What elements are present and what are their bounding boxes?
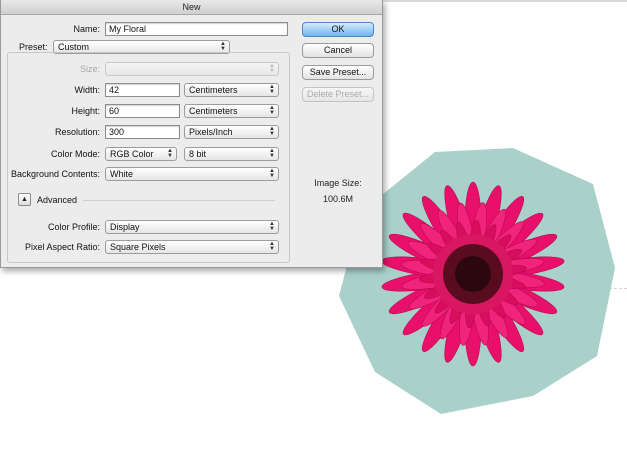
- bit-depth-select[interactable]: 8 bit ▲ ▼: [184, 147, 279, 161]
- color-profile-label: Color Profile:: [47, 222, 100, 232]
- updown-arrows-icon: ▲ ▼: [269, 148, 275, 159]
- size-label: Size:: [79, 64, 100, 74]
- name-input[interactable]: My Floral: [105, 22, 288, 36]
- updown-arrows-icon: ▲ ▼: [269, 63, 275, 74]
- size-select: ▲ ▼: [105, 62, 279, 76]
- updown-arrows-icon: ▲ ▼: [167, 148, 173, 159]
- updown-arrows-icon: ▲ ▼: [269, 221, 275, 232]
- height-input[interactable]: 60: [105, 104, 180, 118]
- updown-arrows-icon: ▲ ▼: [269, 105, 275, 116]
- height-unit-select[interactable]: Centimeters ▲ ▼: [184, 104, 279, 118]
- save-preset-button[interactable]: Save Preset...: [302, 65, 374, 80]
- cancel-button[interactable]: Cancel: [302, 43, 374, 58]
- advanced-separator: [83, 200, 275, 201]
- color-mode-value: RGB Color: [110, 149, 154, 159]
- delete-preset-button: Delete Preset...: [302, 87, 374, 102]
- updown-arrows-icon: ▲ ▼: [269, 126, 275, 137]
- resolution-label: Resolution:: [54, 127, 100, 137]
- color-mode-label: Color Mode:: [50, 149, 100, 159]
- width-label: Width:: [74, 85, 100, 95]
- pixel-aspect-ratio-value: Square Pixels: [110, 242, 166, 252]
- updown-arrows-icon: ▲ ▼: [269, 84, 275, 95]
- height-unit-value: Centimeters: [189, 106, 238, 116]
- pixel-aspect-ratio-select[interactable]: Square Pixels ▲ ▼: [105, 240, 279, 254]
- triangle-up-icon: ▲: [21, 196, 28, 203]
- color-profile-select[interactable]: Display ▲ ▼: [105, 220, 279, 234]
- color-mode-select[interactable]: RGB Color ▲ ▼: [105, 147, 177, 161]
- resolution-unit-value: Pixels/Inch: [189, 127, 233, 137]
- dialog-title: New: [1, 0, 382, 15]
- color-profile-value: Display: [110, 222, 140, 232]
- background-contents-select[interactable]: White ▲ ▼: [105, 167, 279, 181]
- width-input[interactable]: 42: [105, 83, 180, 97]
- height-label: Height:: [71, 106, 100, 116]
- width-unit-select[interactable]: Centimeters ▲ ▼: [184, 83, 279, 97]
- flower-center-core: [455, 256, 491, 292]
- width-unit-value: Centimeters: [189, 85, 238, 95]
- bit-depth-value: 8 bit: [189, 149, 207, 159]
- updown-arrows-icon: ▲ ▼: [220, 41, 226, 52]
- background-contents-value: White: [110, 169, 134, 179]
- resolution-unit-select[interactable]: Pixels/Inch ▲ ▼: [184, 125, 279, 139]
- ok-button[interactable]: OK: [302, 22, 374, 37]
- updown-arrows-icon: ▲ ▼: [269, 241, 275, 252]
- name-label: Name:: [73, 24, 100, 34]
- new-document-dialog: New Name: My Floral Preset: Custom ▲ ▼ Si…: [0, 0, 383, 268]
- updown-arrows-icon: ▲ ▼: [269, 168, 275, 179]
- advanced-label: Advanced: [37, 195, 78, 205]
- advanced-toggle-button[interactable]: ▲: [18, 193, 31, 206]
- resolution-input[interactable]: 300: [105, 125, 180, 139]
- pixel-aspect-ratio-label: Pixel Aspect Ratio:: [24, 242, 100, 252]
- image-size-value: 100.6M: [322, 194, 354, 204]
- background-contents-label: Background Contents:: [10, 169, 100, 179]
- preset-select-value: Custom: [58, 42, 90, 52]
- image-size-label: Image Size:: [314, 178, 362, 188]
